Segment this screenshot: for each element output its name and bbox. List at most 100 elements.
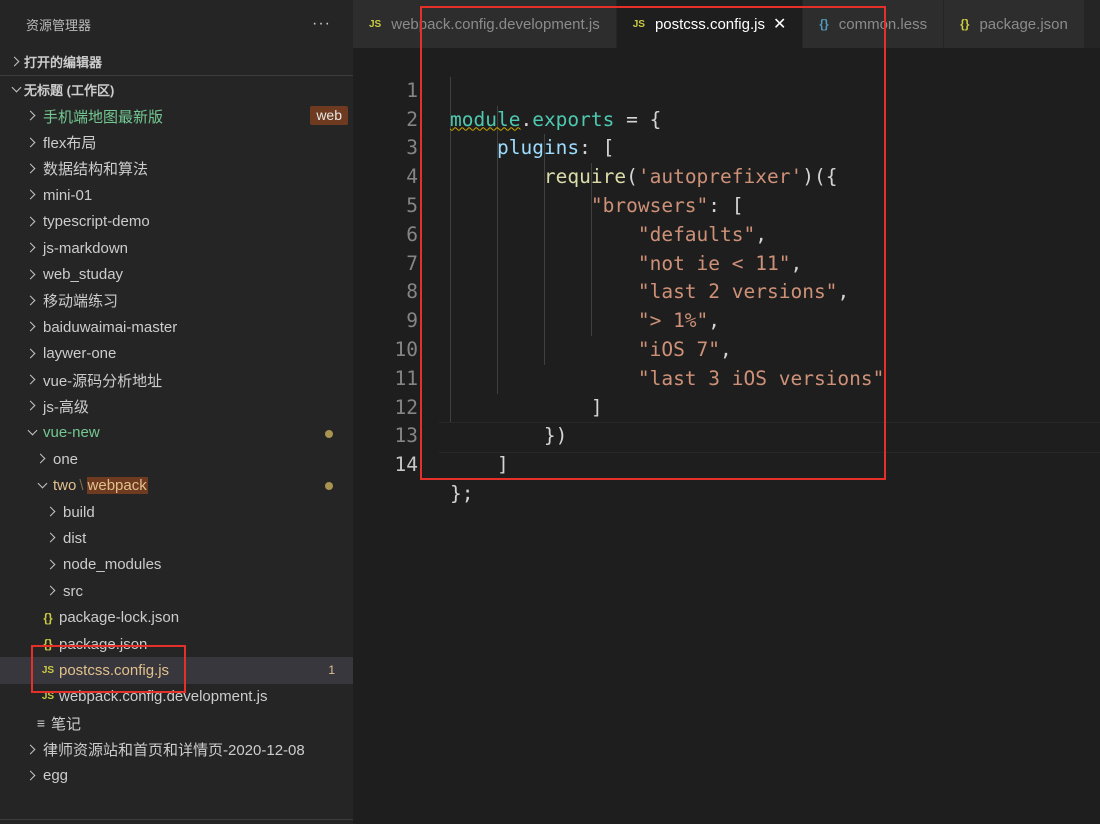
code-line: 6 "not ie < 11", [353, 192, 1100, 275]
tree-file[interactable]: ≡ 笔记 [0, 710, 353, 736]
code-line: 1 module.exports = { [353, 48, 1100, 131]
problem-count-badge: 1 [328, 663, 335, 678]
code-editor[interactable]: 1 module.exports = { 2 plugins: [ 3 requ… [353, 48, 1100, 824]
chevron-right-icon [24, 742, 40, 758]
folder-label: 手机端地图最新版 [43, 108, 164, 126]
folder-label: node_modules [63, 556, 162, 574]
folder-label: build [63, 503, 95, 521]
chevron-right-icon [44, 583, 60, 599]
tree-folder[interactable]: 手机端地图最新版 web [0, 103, 353, 129]
chevron-right-icon [24, 214, 40, 230]
folder-label: 移动端练习 [43, 293, 119, 311]
js-file-icon: JS [369, 18, 382, 30]
code-line: 12 }) [353, 365, 1100, 448]
tree-folder[interactable]: build [0, 499, 353, 525]
open-editors-label: 打开的编辑器 [24, 55, 103, 70]
chevron-right-icon [24, 135, 40, 151]
tree-file[interactable]: {} package-lock.json [0, 604, 353, 630]
modified-dot [325, 429, 333, 438]
tree-folder[interactable]: 律师资源站和首页和详情页-2020-12-08 [0, 736, 353, 762]
tab-label: package.json [979, 15, 1068, 33]
tab-label: webpack.config.development.js [391, 15, 600, 33]
tab-postcss-config[interactable]: JS postcss.config.js ✕ [616, 0, 804, 48]
tree-folder[interactable]: typescript-demo [0, 209, 353, 235]
more-actions-icon[interactable]: ··· [312, 15, 331, 33]
chevron-down-icon [34, 478, 50, 494]
folder-label: js-markdown [43, 239, 129, 257]
tree-folder[interactable]: one [0, 446, 353, 472]
file-label: 笔记 [51, 715, 82, 733]
code-text: ] [450, 451, 509, 480]
folder-label: laywer-one [43, 345, 117, 363]
code-line: 13 ] [353, 394, 1100, 476]
tree-folder[interactable]: dist [0, 525, 353, 551]
json-file-icon: {} [43, 637, 53, 651]
folder-label: baiduwaimai-master [43, 318, 178, 336]
workspace-section[interactable]: 无标题 (工作区) [0, 75, 353, 103]
tree-folder[interactable]: js-markdown [0, 235, 353, 261]
line-number: 14 [394, 453, 418, 477]
tree-folder[interactable]: mini-01 [0, 182, 353, 208]
code-line: 8 "> 1%", [353, 250, 1100, 332]
tree-folder[interactable]: web_studay [0, 261, 353, 287]
chevron-right-icon [44, 504, 60, 520]
chevron-right-icon [24, 319, 40, 335]
code-line: 4 "browsers": [ [353, 134, 1100, 217]
folder-label: 律师资源站和首页和详情页-2020-12-08 [43, 742, 305, 760]
tree-folder[interactable]: egg [0, 763, 353, 789]
compact-folder-part: webpack [86, 477, 148, 495]
tree-folder[interactable]: 移动端练习 [0, 288, 353, 314]
code-text: }; [450, 480, 473, 509]
code-token: }; [450, 481, 474, 505]
chevron-right-icon [24, 346, 40, 362]
code-area[interactable]: 1 module.exports = { 2 plugins: [ 3 requ… [353, 48, 1100, 505]
tree-folder[interactable]: vue-new [0, 420, 353, 446]
chevron-right-icon [24, 768, 40, 784]
tree-file[interactable]: {} package.json [0, 631, 353, 657]
tree-folder[interactable]: js-高级 [0, 393, 353, 419]
tree-folder[interactable]: src [0, 578, 353, 604]
folder-label: dist [63, 529, 87, 547]
tree-folder[interactable]: 数据结构和算法 [0, 156, 353, 182]
tab-label: common.less [838, 15, 928, 33]
less-file-icon: {} [819, 17, 829, 31]
chevron-right-icon [24, 267, 40, 283]
code-line: 7 "last 2 versions", [353, 221, 1100, 304]
tree-folder[interactable]: node_modules [0, 552, 353, 578]
folder-label: 数据结构和算法 [43, 161, 149, 179]
tab-webpack-config[interactable]: JS webpack.config.development.js [353, 0, 617, 48]
compact-folder-part: two [53, 477, 77, 495]
code-line: 10 "last 3 iOS versions" [353, 307, 1100, 390]
explorer-title: 资源管理器 [26, 17, 92, 33]
tree-file-selected[interactable]: JS postcss.config.js 1 [0, 657, 353, 684]
tree-folder[interactable]: baiduwaimai-master [0, 314, 353, 340]
chevron-right-icon [24, 108, 40, 124]
tab-label: postcss.config.js [654, 15, 765, 33]
close-icon[interactable]: ✕ [773, 14, 786, 34]
markdown-file-icon: ≡ [36, 715, 46, 732]
file-label: webpack.config.development.js [59, 688, 268, 706]
tree-folder[interactable]: two \ webpack [0, 472, 353, 498]
chevron-right-icon [24, 398, 40, 414]
chevron-right-icon [24, 372, 40, 388]
open-editors-section[interactable]: 打开的编辑器 [0, 48, 353, 75]
js-file-icon: JS [41, 664, 55, 676]
folder-label: vue-new [43, 424, 100, 442]
file-label: package-lock.json [59, 609, 180, 627]
folder-label: mini-01 [43, 186, 93, 204]
chevron-down-icon [24, 425, 40, 441]
tree-file[interactable]: JS webpack.config.development.js [0, 684, 353, 710]
tab-common-less[interactable]: {} common.less [803, 0, 945, 48]
path-separator: \ [79, 477, 84, 495]
json-file-icon: {} [960, 17, 970, 31]
folder-label: two \ webpack [53, 477, 148, 495]
tab-package-json[interactable]: {} package.json [944, 0, 1085, 48]
code-line-current: 14 }; [353, 422, 1100, 505]
tree-folder[interactable]: vue-源码分析地址 [0, 367, 353, 393]
tree-folder[interactable]: laywer-one [0, 341, 353, 367]
code-line: 3 require('autoprefixer')({ [353, 106, 1100, 188]
explorer-header: 资源管理器 ··· [0, 0, 353, 48]
explorer-sidebar: 资源管理器 ··· 打开的编辑器 无标题 (工作区) 手机端地图最新版 web … [0, 0, 353, 824]
tree-folder[interactable]: flex布局 [0, 129, 353, 155]
